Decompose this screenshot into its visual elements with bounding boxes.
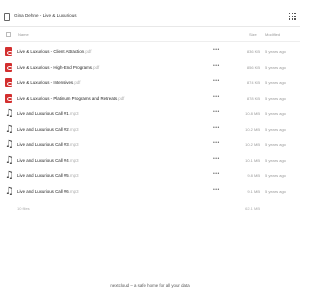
summary-row: 10 files 62.1 MB: [0, 203, 300, 213]
file-extension: .mp3: [68, 111, 79, 116]
audio-icon: ♫: [5, 185, 14, 197]
top-divider: [0, 26, 300, 27]
file-name-base: Live & Luxurious - Client Attraction: [17, 49, 85, 54]
file-name[interactable]: Live and Luxurious Call #3.mp3: [17, 142, 79, 147]
file-name[interactable]: Live and Luxurious Call #1.mp3: [17, 111, 79, 116]
column-size-header[interactable]: Size: [249, 32, 257, 37]
file-modified: 5 years ago: [265, 126, 286, 132]
file-extension: .mp3: [68, 142, 79, 147]
table-row[interactable]: ♫ Live and Luxurious Call #4.mp3 ••• 10.1 M…: [0, 153, 300, 169]
file-modified: 5 years ago: [265, 157, 286, 163]
more-actions-icon[interactable]: •••: [213, 109, 220, 115]
table-row[interactable]: Live & Luxurious - Client Attraction.pdf…: [0, 44, 300, 60]
more-actions-icon[interactable]: •••: [213, 140, 220, 146]
table-row[interactable]: Live & Luxurious - Intensives.pdf ••• 874 …: [0, 75, 300, 91]
file-modified: 5 years ago: [265, 80, 286, 85]
file-name[interactable]: Live and Luxurious Call #2.mp3: [17, 127, 79, 132]
more-actions-icon[interactable]: •••: [213, 156, 220, 162]
file-name-base: Live and Luxurious Call #6: [17, 188, 69, 194]
file-size: 9.8 MB: [247, 173, 260, 178]
file-name-base: Live and Luxurious Call #2: [17, 126, 69, 132]
file-modified: 5 years ago: [265, 188, 286, 194]
breadcrumb[interactable]: Gina Dehne - Live & Luxurious: [14, 13, 77, 18]
more-actions-icon[interactable]: •••: [213, 47, 220, 53]
table-row[interactable]: ♫ Live and Luxurious Call #5.mp3 ••• 9.8 MB…: [0, 168, 300, 184]
header-divider: [0, 41, 300, 42]
file-name[interactable]: Live & Luxurious - Client Attraction.pdf: [17, 49, 91, 54]
audio-icon: ♫: [5, 139, 14, 150]
pdf-icon: [5, 47, 13, 56]
audio-icon: ♫: [5, 108, 14, 119]
file-extension: .mp3: [68, 188, 79, 194]
file-size: 10.8 MB: [245, 111, 260, 116]
file-modified: 5 years ago: [265, 142, 286, 147]
audio-icon: ♫: [5, 170, 14, 181]
more-actions-icon[interactable]: •••: [213, 63, 220, 69]
audio-icon: ♫: [5, 123, 14, 135]
file-extension: .pdf: [117, 95, 125, 101]
file-extension: .mp3: [68, 173, 79, 178]
file-name-base: Live & Luxurious - High-End Programs: [17, 64, 92, 70]
table-header: Name Size Modified: [0, 30, 300, 40]
file-name-base: Live and Luxurious Call #4: [17, 157, 69, 163]
file-size: 10.1 MB: [245, 157, 260, 163]
grid-view-icon[interactable]: [289, 13, 296, 20]
file-size: 10.2 MB: [245, 126, 260, 132]
table-row[interactable]: ♫ Live and Luxurious Call #1.mp3 ••• 10.8 M…: [0, 106, 300, 122]
more-actions-icon[interactable]: •••: [213, 171, 220, 177]
file-extension: .pdf: [73, 80, 81, 85]
total-size: 62.1 MB: [245, 206, 260, 211]
file-name[interactable]: Live and Luxurious Call #6.mp3: [17, 189, 79, 194]
file-size: 878 KB: [246, 95, 260, 101]
table-row[interactable]: ♫ Live and Luxurious Call #2.mp3 ••• 10.2 M…: [0, 122, 300, 138]
file-list: Live & Luxurious - Client Attraction.pdf…: [0, 44, 300, 199]
file-modified: 5 years ago: [265, 64, 286, 70]
file-name-base: Live and Luxurious Call #1: [17, 111, 69, 116]
file-modified: 5 years ago: [265, 173, 286, 178]
file-modified: 5 years ago: [265, 95, 286, 101]
file-name-base: Live & Luxurious - Platinum Programs and…: [17, 95, 118, 101]
file-size: 836 KB: [246, 49, 260, 54]
file-extension: .mp3: [68, 157, 79, 163]
more-actions-icon[interactable]: •••: [213, 187, 220, 193]
select-all-checkbox[interactable]: [6, 32, 11, 37]
footer-text: nextcloud – a safe home for all your dat…: [110, 283, 190, 288]
file-name[interactable]: Live & Luxurious - Intensives.pdf: [17, 80, 80, 85]
pdf-icon: [5, 62, 13, 72]
column-modified-header[interactable]: Modified: [265, 32, 280, 37]
file-modified: 5 years ago: [265, 111, 286, 116]
file-extension: .pdf: [91, 64, 100, 70]
file-name-base: Live and Luxurious Call #3: [17, 142, 69, 147]
file-name[interactable]: Live and Luxurious Call #5.mp3: [17, 173, 79, 178]
more-actions-icon[interactable]: •••: [213, 78, 220, 84]
more-actions-icon[interactable]: •••: [213, 125, 220, 131]
table-row[interactable]: Live & Luxurious - High-End Programs.pdf…: [0, 60, 300, 76]
file-size: 9.1 MB: [247, 188, 260, 194]
folder-icon: [4, 13, 10, 21]
file-name-base: Live & Luxurious - Intensives: [17, 80, 74, 85]
file-name[interactable]: Live & Luxurious - High-End Programs.pdf: [17, 65, 99, 70]
file-name[interactable]: Live and Luxurious Call #4.mp3: [17, 158, 79, 163]
pdf-icon: [5, 78, 13, 87]
file-name[interactable]: Live & Luxurious - Platinum Programs and…: [17, 96, 124, 101]
file-extension: .mp3: [68, 126, 79, 132]
more-actions-icon[interactable]: •••: [213, 94, 220, 100]
audio-icon: ♫: [5, 154, 14, 166]
file-size: 874 KB: [246, 80, 260, 85]
column-name-header[interactable]: Name: [18, 32, 29, 37]
file-modified: 5 years ago: [265, 49, 286, 54]
file-count: 10 files: [17, 206, 30, 211]
file-size: 856 KB: [246, 64, 260, 70]
pdf-icon: [5, 93, 13, 103]
table-row[interactable]: ♫ Live and Luxurious Call #3.mp3 ••• 10.2 M…: [0, 137, 300, 153]
table-row[interactable]: ♫ Live and Luxurious Call #6.mp3 ••• 9.1 MB…: [0, 184, 300, 200]
top-bar: Gina Dehne - Live & Luxurious: [0, 10, 300, 26]
file-size: 10.2 MB: [245, 142, 260, 147]
file-extension: .pdf: [84, 49, 92, 54]
table-row[interactable]: Live & Luxurious - Platinum Programs and…: [0, 91, 300, 107]
file-name-base: Live and Luxurious Call #5: [17, 173, 69, 178]
